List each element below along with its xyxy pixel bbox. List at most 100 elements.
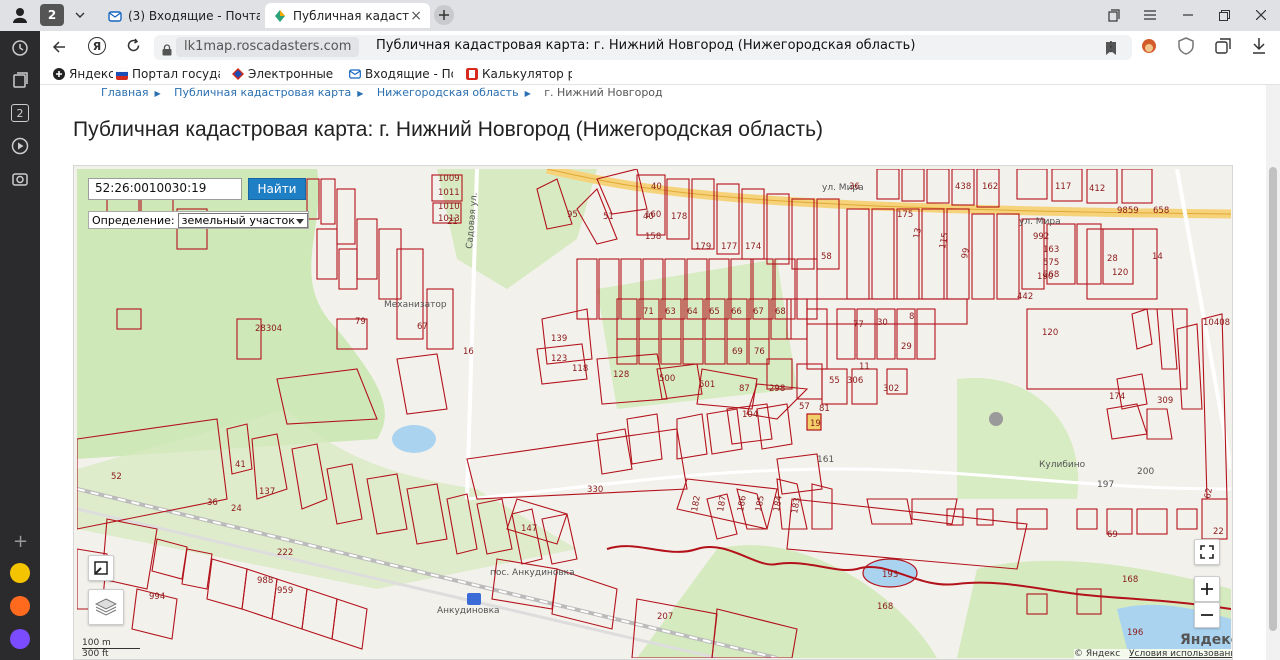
screenshot-icon[interactable] bbox=[11, 170, 29, 192]
parcel-label: 40 bbox=[651, 182, 662, 192]
notes-icon[interactable] bbox=[11, 71, 29, 93]
bookmark-label: Калькулятор рас bbox=[482, 67, 572, 81]
definition-value: земельный участок bbox=[181, 213, 295, 227]
parcel-label: 197 bbox=[1097, 480, 1114, 490]
download-icon[interactable] bbox=[1252, 37, 1266, 59]
parcel-label: 58 bbox=[821, 252, 832, 262]
tab-cadastral-map[interactable]: Публичная кадастрова × bbox=[265, 3, 430, 28]
map-canvas[interactable]: Механизатор пос. Анкудиновка Анкудиновка… bbox=[77, 169, 1231, 658]
parcel-label: 501 bbox=[699, 380, 715, 390]
yandex-music-icon[interactable] bbox=[10, 563, 30, 583]
parcel-label: 36 bbox=[849, 182, 860, 192]
tab-mail[interactable]: (3) Входящие - Почта Ма bbox=[100, 3, 260, 28]
parcel-label: 24 bbox=[231, 504, 242, 514]
breadcrumb-region[interactable]: Нижегородская область bbox=[377, 86, 519, 99]
bookmark-yandex[interactable]: Яндекс bbox=[53, 66, 113, 82]
page-title: Публичная кадастровая карта: г. Нижний Н… bbox=[73, 118, 824, 141]
add-panel-icon[interactable]: + bbox=[13, 531, 28, 552]
scrollbar-thumb[interactable] bbox=[1269, 167, 1277, 631]
chevron-down-icon[interactable] bbox=[68, 4, 92, 26]
address-bar[interactable]: lk1map.roscadasters.com Публичная кадаст… bbox=[154, 35, 1132, 60]
place-label-kulibino: Кулибино bbox=[1039, 460, 1086, 470]
parcel-label: 13 bbox=[912, 227, 924, 239]
more-icon[interactable]: ⋮ bbox=[1104, 39, 1118, 55]
mail-icon bbox=[108, 10, 122, 22]
plus-icon bbox=[1201, 583, 1213, 595]
train-station-icon[interactable] bbox=[467, 593, 481, 605]
alice-icon[interactable] bbox=[10, 629, 30, 649]
bookmark-eservices[interactable]: Электронные сер bbox=[232, 66, 336, 82]
shield-icon[interactable] bbox=[1178, 37, 1194, 59]
fullscreen-button[interactable] bbox=[1194, 539, 1220, 565]
parcel-label: 162 bbox=[982, 182, 998, 192]
history-icon[interactable] bbox=[11, 39, 29, 61]
parcel-label: 306 bbox=[847, 376, 863, 386]
definition-select[interactable]: земельный участок bbox=[177, 212, 308, 228]
lock-icon[interactable] bbox=[162, 41, 172, 60]
parcel-label: 207 bbox=[657, 612, 673, 622]
bookmarks-bar: Яндекс Портал государст Электронные сер … bbox=[40, 63, 1280, 85]
sidebar-badge[interactable]: 2 bbox=[11, 104, 29, 122]
yandex-logo-icon[interactable]: Я bbox=[88, 37, 106, 55]
ruler-button[interactable] bbox=[88, 555, 114, 581]
plus-circle-icon bbox=[53, 68, 65, 80]
breadcrumb-home[interactable]: Главная bbox=[101, 86, 149, 99]
restore-icon[interactable] bbox=[1212, 4, 1236, 26]
tab-cadastral-title: Публичная кадастрова bbox=[293, 8, 410, 23]
layers-button[interactable] bbox=[88, 589, 124, 625]
close-window-icon[interactable] bbox=[1249, 4, 1273, 26]
collections-icon[interactable] bbox=[1102, 4, 1126, 26]
menu-icon[interactable] bbox=[1138, 4, 1162, 26]
url-host[interactable]: lk1map.roscadasters.com bbox=[176, 37, 360, 57]
reload-icon[interactable] bbox=[126, 38, 141, 57]
yandex-market-icon[interactable] bbox=[10, 596, 30, 616]
cadastral-number-input[interactable]: 52:26:0010030:19 bbox=[88, 178, 242, 200]
minimize-icon[interactable] bbox=[1176, 4, 1200, 26]
parcel-label: 14 bbox=[1152, 252, 1163, 262]
parcel-label: 298 bbox=[769, 384, 785, 394]
zoom-in-button[interactable] bbox=[1194, 576, 1220, 602]
new-tab-button[interactable] bbox=[434, 5, 454, 25]
bookmark-calculator[interactable]: Калькулятор рас bbox=[466, 66, 572, 82]
parcel-label: 1010 bbox=[438, 202, 460, 212]
place-label-mekhanizator: Механизатор bbox=[384, 300, 447, 310]
terms-link[interactable]: Условия использования bbox=[1129, 649, 1232, 659]
parcel-label: 62 bbox=[1203, 487, 1215, 499]
collections-toolbar-icon[interactable] bbox=[1214, 37, 1232, 59]
chevron-right-icon: ▶ bbox=[154, 89, 161, 98]
cadastral-map[interactable]: Механизатор пос. Анкудиновка Анкудиновка… bbox=[73, 165, 1233, 660]
parcel-label: 21 bbox=[447, 217, 458, 227]
parcel-label: 147 bbox=[521, 524, 537, 534]
parcel-label: 30 bbox=[877, 318, 888, 328]
breadcrumb-map[interactable]: Публичная кадастровая карта bbox=[174, 86, 351, 99]
parcel-label: 309 bbox=[1157, 396, 1173, 406]
parcel-label: 158 bbox=[645, 232, 661, 242]
back-icon[interactable] bbox=[52, 39, 66, 58]
parcel-label: 69 bbox=[1107, 530, 1118, 540]
parcel-label: 174 bbox=[745, 242, 761, 252]
poi-icon[interactable] bbox=[989, 412, 1003, 426]
page-scrollbar[interactable] bbox=[1266, 85, 1280, 660]
map-copyright: © Яндекс Условия использования bbox=[1074, 649, 1232, 659]
close-tab-icon[interactable]: × bbox=[410, 8, 422, 24]
parcel-label: 575 bbox=[1043, 258, 1059, 268]
find-button[interactable]: Найти bbox=[248, 178, 306, 200]
parcel-label: 104 bbox=[742, 410, 758, 420]
chevron-right-icon: ▶ bbox=[524, 89, 531, 98]
parcel-label-selected[interactable]: 19 bbox=[810, 419, 821, 429]
parcel-label: 438 bbox=[955, 182, 971, 192]
extension-avatar-icon[interactable] bbox=[1140, 37, 1158, 59]
parcel-label: 118 bbox=[572, 364, 588, 374]
bookmark-mail[interactable]: Входящие - Почта bbox=[349, 66, 453, 82]
tab-group-counter[interactable]: 2 bbox=[40, 4, 64, 26]
parcel-label: 40 bbox=[643, 212, 654, 222]
parcel-label: 222 bbox=[277, 548, 293, 558]
parcel-label: 67 bbox=[417, 322, 428, 332]
bookmark-gosuslugi[interactable]: Портал государст bbox=[116, 66, 220, 82]
street-label-mira-2: ул. Мира bbox=[1019, 217, 1061, 227]
parcel-label: 64 bbox=[687, 307, 698, 317]
play-icon[interactable] bbox=[11, 137, 29, 159]
profile-icon[interactable] bbox=[8, 4, 32, 26]
zoom-out-button[interactable] bbox=[1194, 602, 1220, 628]
definition-row: Определение: земельный участок bbox=[88, 211, 309, 229]
